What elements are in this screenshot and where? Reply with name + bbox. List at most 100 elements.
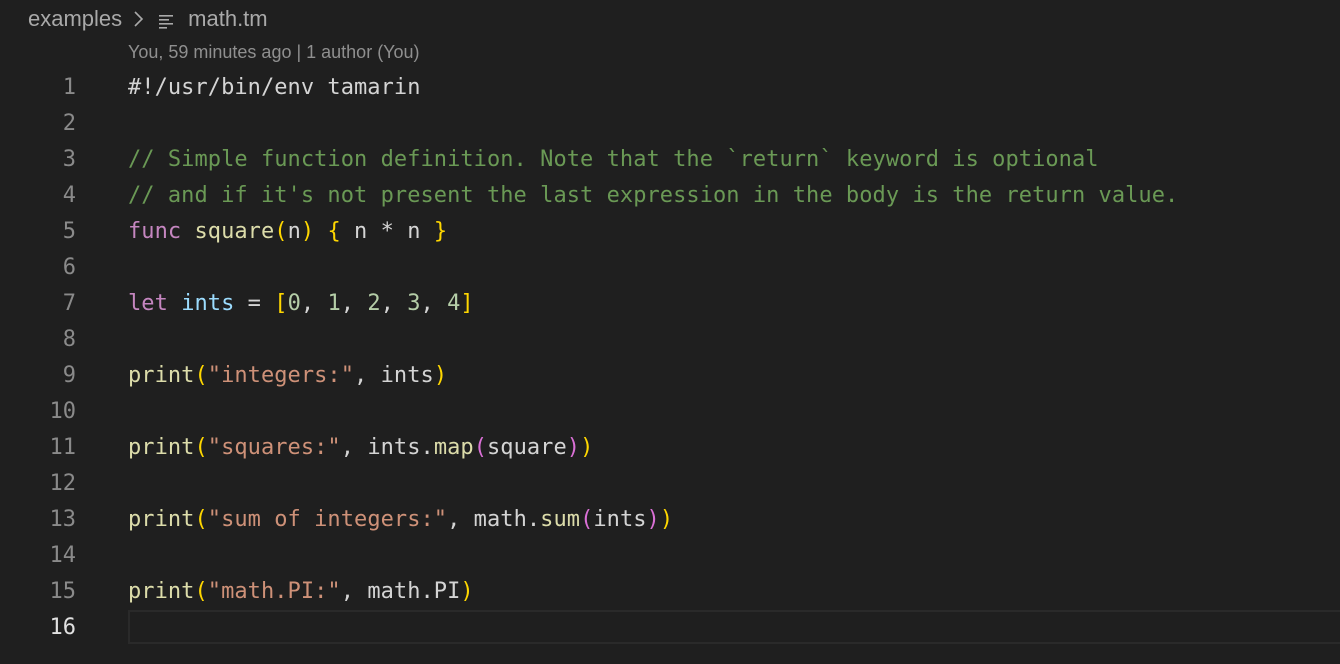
code-token-brace1: ( [274,219,288,244]
code-token-plain: ints [593,507,647,532]
chevron-right-icon [132,7,148,31]
code-token-brace2: ( [473,435,487,460]
code-text[interactable]: #!/usr/bin/env tamarin [128,70,421,106]
code-text[interactable]: print("integers:", ints) [128,358,447,394]
code-token-plain: , math.PI [340,579,461,604]
code-text[interactable]: // Simple function definition. Note that… [128,142,1099,178]
code-line[interactable]: 10 [0,394,1340,430]
current-line-highlight [128,610,1340,644]
code-line[interactable]: 14 [0,538,1340,574]
code-text[interactable]: // and if it's not present the last expr… [128,178,1178,214]
code-token-plain: , [340,291,368,316]
code-text[interactable]: let ints = [0, 1, 2, 3, 4] [128,286,474,322]
code-token-brace2: ) [646,507,660,532]
line-number: 12 [49,471,77,496]
line-number: 4 [62,183,76,208]
code-token-brace1: ) [659,507,674,532]
line-number: 14 [49,543,77,568]
code-token-func: sum [540,507,581,532]
code-token-plain: , [420,291,448,316]
code-token-brace1: [ [274,291,288,316]
code-token-str: "math.PI:" [207,579,341,604]
code-token-func: print [128,435,195,460]
code-line[interactable]: 5 func square(n) { n * n } [0,214,1340,250]
line-number: 15 [49,579,77,604]
code-editor[interactable]: 1 #!/usr/bin/env tamarin 2 3 // Simple funct… [0,70,1340,646]
code-token-num: 2 [367,291,381,316]
code-token-brace1: ) [580,435,594,460]
code-token-plain: , ints. [340,435,434,460]
code-line[interactable]: 2 [0,106,1340,142]
code-token-brace1: ] [460,291,474,316]
code-line[interactable]: 8 [0,322,1340,358]
code-line[interactable]: 6 [0,250,1340,286]
code-token-comment: // Simple function definition. Note that… [128,147,1099,172]
line-number: 9 [62,363,76,388]
line-number: 3 [62,147,76,172]
code-token-plain: n * n [340,219,434,244]
code-line[interactable]: 1 #!/usr/bin/env tamarin [0,70,1340,106]
code-token-brace1: } [433,219,448,244]
code-token-plain: , math. [447,507,541,532]
code-token-plain: n [287,219,301,244]
line-number: 6 [62,255,76,280]
code-token-brace2: ) [566,435,581,460]
code-token-plain: , [380,291,408,316]
code-line[interactable]: 7 let ints = [0, 1, 2, 3, 4] [0,286,1340,322]
code-text[interactable]: print("math.PI:", math.PI) [128,574,474,610]
git-blame-codelens[interactable]: You, 59 minutes ago | 1 author (You) [128,42,420,63]
line-number: 7 [62,291,76,316]
code-token-str: "sum of integers:" [207,507,448,532]
code-token-brace1: ( [194,363,208,388]
code-line[interactable]: 12 [0,466,1340,502]
code-token-func: square [194,219,275,244]
code-line[interactable]: 13 print("sum of integers:", math.sum(int… [0,502,1340,538]
code-token-str: "integers:" [207,363,355,388]
code-token-func: print [128,579,195,604]
code-token-num: 1 [327,291,341,316]
code-token-var: ints [181,291,235,316]
code-line[interactable]: 11 print("squares:", ints.map(square)) [0,430,1340,466]
line-number: 16 [49,615,77,640]
code-token-num: 0 [287,291,301,316]
code-token-brace1: ( [194,579,208,604]
line-number: 11 [49,435,77,460]
breadcrumb: examples math.tm [28,4,268,34]
code-token-num: 4 [447,291,461,316]
code-token-brace1: ( [194,507,208,532]
line-number: 5 [62,219,76,244]
code-text[interactable]: print("sum of integers:", math.sum(ints)… [128,502,673,538]
code-token-num: 3 [407,291,421,316]
file-lines-icon [158,11,176,29]
line-number: 2 [62,111,76,136]
line-number: 1 [62,75,76,100]
code-text[interactable]: print("squares:", ints.map(square)) [128,430,593,466]
code-token-keyword: let [128,291,168,316]
code-token-brace2: ( [580,507,594,532]
code-line[interactable]: 9 print("integers:", ints) [0,358,1340,394]
line-number: 8 [62,327,76,352]
code-line[interactable]: 15 print("math.PI:", math.PI) [0,574,1340,610]
code-line[interactable]: 4 // and if it's not present the last exp… [0,178,1340,214]
code-token-brace1: ) [300,219,315,244]
code-token-plain: square [487,435,567,460]
code-token-plain: #!/usr/bin/env tamarin [128,75,421,100]
code-token-func: map [433,435,474,460]
code-line[interactable]: 3 // Simple function definition. Note tha… [0,142,1340,178]
breadcrumb-file[interactable]: math.tm [188,6,267,32]
code-token-brace1: ( [194,435,208,460]
code-line[interactable]: 16 [0,610,1340,646]
line-number: 10 [49,399,77,424]
line-number: 13 [49,507,77,532]
code-token-brace1: { [327,219,341,244]
breadcrumb-folder[interactable]: examples [28,6,122,32]
code-text[interactable]: func square(n) { n * n } [128,214,447,250]
code-token-plain: , ints [354,363,434,388]
code-token-keyword: func [128,219,182,244]
code-token-brace1: ) [433,363,448,388]
code-token-comment: // and if it's not present the last expr… [128,183,1179,208]
code-token-plain: = [234,291,275,316]
